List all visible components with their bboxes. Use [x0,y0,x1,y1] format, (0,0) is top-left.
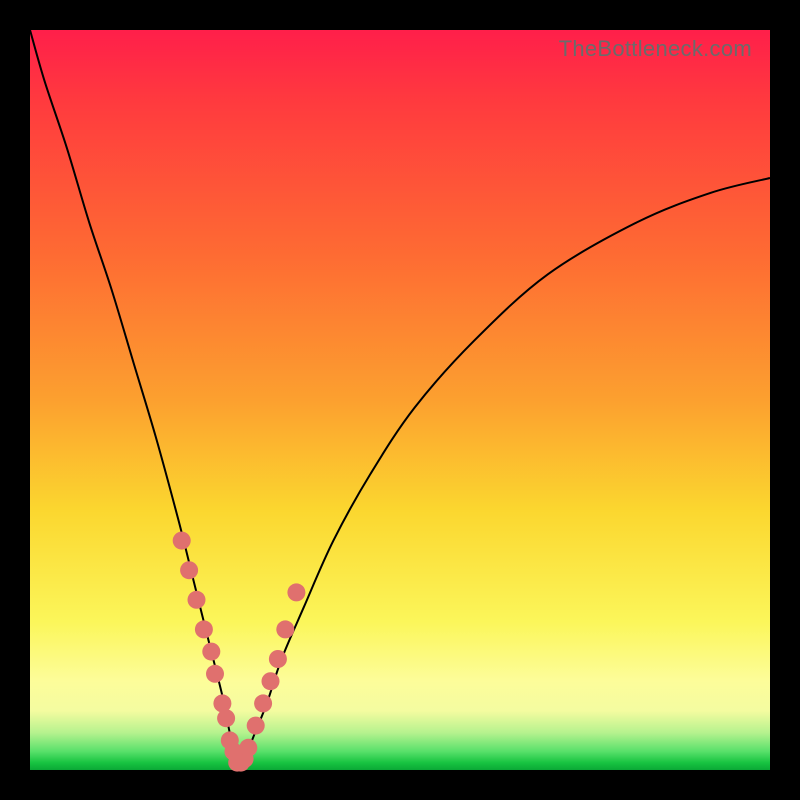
marker-point [180,561,198,579]
marker-point [217,709,235,727]
marker-point [239,739,257,757]
curve-svg [30,30,770,770]
marker-point [276,620,294,638]
marker-point [287,583,305,601]
marker-point [247,717,265,735]
marker-point [269,650,287,668]
plot-area: TheBottleneck.com [30,30,770,770]
marker-point [254,694,272,712]
marker-point [202,643,220,661]
chart-frame: TheBottleneck.com [0,0,800,800]
marker-point [206,665,224,683]
bottleneck-curve [30,30,770,766]
marker-point [173,532,191,550]
marker-point [195,620,213,638]
marker-point [262,672,280,690]
marker-point [188,591,206,609]
